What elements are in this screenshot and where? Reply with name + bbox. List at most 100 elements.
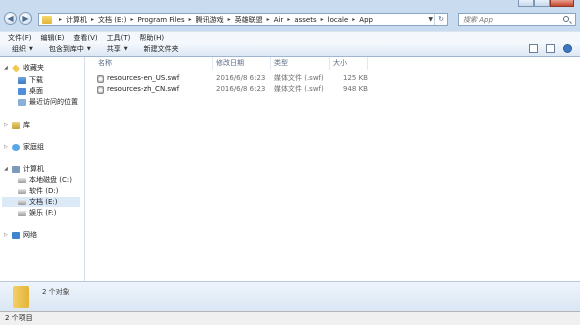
breadcrumb-program-files[interactable]: Program Files ▸ <box>138 16 196 24</box>
sidebar-label: 本地磁盘 (C:) <box>29 176 72 184</box>
table-row[interactable]: resources-en_US.swf 2016/6/8 6:23 媒体文件 (… <box>85 73 580 84</box>
preview-pane-icon[interactable] <box>546 44 555 53</box>
help-icon[interactable] <box>563 44 572 53</box>
sidebar-item-drive-e[interactable]: 文档 (E:) <box>2 197 80 207</box>
column-header-name[interactable]: 名称 <box>95 57 213 70</box>
downloads-folder-icon <box>18 76 26 84</box>
sidebar-item-computer[interactable]: 计算机 <box>12 164 44 174</box>
share-button[interactable]: 共享 ▼ <box>107 44 128 54</box>
sidebar-item-drive-f[interactable]: 娱乐 (F:) <box>18 208 57 218</box>
file-modified: 2016/6/8 6:23 <box>216 85 266 93</box>
maximize-button[interactable] <box>534 0 550 7</box>
breadcrumb-separator: ▸ <box>59 16 63 23</box>
homegroup-icon <box>12 143 20 151</box>
minimize-button[interactable] <box>518 0 534 7</box>
expand-icon[interactable]: ▷ <box>4 122 8 128</box>
sidebar-label: 网络 <box>23 231 37 239</box>
sidebar-item-favorites[interactable]: 收藏夹 <box>12 63 44 73</box>
desktop-icon <box>18 87 26 95</box>
address-bar[interactable]: ▸ 计算机 ▸ 文档 (E:) ▸ Program Files ▸ 腾讯游戏 ▸ 英雄联… <box>38 13 448 26</box>
column-header-size[interactable]: 大小 <box>330 57 368 70</box>
menu-file[interactable]: 文件(F) <box>8 33 32 43</box>
drive-icon <box>18 177 26 183</box>
column-header-type[interactable]: 类型 <box>271 57 330 70</box>
network-icon <box>12 231 20 239</box>
file-type: 媒体文件 (.swf) <box>274 74 324 82</box>
swf-file-icon <box>97 86 104 94</box>
sidebar-item-homegroup[interactable]: 家庭组 <box>12 142 44 152</box>
sidebar-label: 库 <box>23 121 30 129</box>
breadcrumb-lol[interactable]: 英雄联盟 ▸ <box>235 15 274 25</box>
breadcrumb-tencent-games[interactable]: 腾讯游戏 ▸ <box>196 15 235 25</box>
expand-icon[interactable]: ◢ <box>4 166 8 172</box>
folder-icon <box>13 286 29 308</box>
expand-icon[interactable]: ◢ <box>4 65 8 71</box>
file-size: 948 KB <box>343 85 368 93</box>
table-row[interactable]: resources-zh_CN.swf 2016/6/8 6:23 媒体文件 (… <box>85 84 580 95</box>
file-modified: 2016/6/8 6:23 <box>216 74 266 82</box>
sidebar-label: 收藏夹 <box>23 64 44 72</box>
library-icon <box>12 121 20 129</box>
folder-icon <box>42 15 52 24</box>
file-name: resources-zh_CN.swf <box>107 85 180 93</box>
sidebar-item-drive-d[interactable]: 软件 (D:) <box>18 186 58 196</box>
sidebar-item-libraries[interactable]: 库 <box>12 120 30 130</box>
chevron-down-icon[interactable]: ▼ <box>428 16 433 23</box>
star-icon <box>12 64 20 72</box>
breadcrumb-air[interactable]: Air ▸ <box>274 16 295 24</box>
refresh-icon[interactable]: ↻ <box>434 14 447 25</box>
sidebar-item-drive-c[interactable]: 本地磁盘 (C:) <box>18 175 72 185</box>
sidebar-label: 最近访问的位置 <box>29 98 78 106</box>
forward-arrow-icon[interactable]: ▶ <box>19 12 32 25</box>
view-options-icon[interactable] <box>529 44 538 53</box>
include-library-button[interactable]: 包含到库中 ▼ <box>49 44 91 54</box>
drive-icon <box>18 199 26 205</box>
chevron-down-icon: ▼ <box>123 46 128 52</box>
new-folder-button[interactable]: 新建文件夹 <box>144 44 179 54</box>
breadcrumb-drive-e[interactable]: 文档 (E:) ▸ <box>98 15 137 25</box>
menu-edit[interactable]: 编辑(E) <box>41 33 65 43</box>
drive-icon <box>18 210 26 216</box>
organize-button[interactable]: 组织 ▼ <box>12 44 33 54</box>
breadcrumb-assets[interactable]: assets ▸ <box>294 16 327 24</box>
sidebar-label: 文档 (E:) <box>29 198 58 206</box>
breadcrumb-computer[interactable]: 计算机 ▸ <box>66 15 98 25</box>
close-button[interactable] <box>550 0 574 7</box>
new-folder-label: 新建文件夹 <box>143 45 179 53</box>
sidebar-label: 桌面 <box>29 87 43 95</box>
sidebar-label: 娱乐 (F:) <box>29 209 57 217</box>
menu-view[interactable]: 查看(V) <box>73 33 97 43</box>
breadcrumb-app[interactable]: App <box>359 16 373 24</box>
title-bar <box>0 0 580 8</box>
expand-icon[interactable]: ▷ <box>4 232 8 238</box>
drive-icon <box>18 188 26 194</box>
chevron-down-icon: ▼ <box>29 46 33 52</box>
file-name: resources-en_US.swf <box>107 74 180 82</box>
swf-file-icon <box>97 75 104 83</box>
sidebar-item-recent[interactable]: 最近访问的位置 <box>18 97 78 107</box>
sidebar-item-network[interactable]: 网络 <box>12 230 37 240</box>
expand-icon[interactable]: ▷ <box>4 144 8 150</box>
search-input[interactable] <box>459 14 559 25</box>
breadcrumb-locale[interactable]: locale ▸ <box>328 16 360 24</box>
details-pane: 2 个对象 <box>0 281 580 312</box>
sidebar-item-downloads[interactable]: 下载 <box>18 75 43 85</box>
sidebar-item-desktop[interactable]: 桌面 <box>18 86 43 96</box>
column-header-modified[interactable]: 修改日期 <box>213 57 271 70</box>
search-icon[interactable] <box>563 16 569 22</box>
chevron-down-icon: ▼ <box>86 46 91 52</box>
command-bar: 组织 ▼ 包含到库中 ▼ 共享 ▼ 新建文件夹 <box>0 42 580 57</box>
organize-label: 组织 <box>12 45 26 53</box>
share-label: 共享 <box>106 45 121 53</box>
explorer-window: ◀ ▶ ▸ 计算机 ▸ 文档 (E:) ▸ Program Files ▸ 腾讯游戏 ▸… <box>0 0 580 325</box>
view-controls <box>529 44 572 53</box>
sidebar-label: 下载 <box>29 76 43 84</box>
menu-tools[interactable]: 工具(T) <box>107 33 131 43</box>
menu-help[interactable]: 帮助(H) <box>139 33 164 43</box>
include-library-label: 包含到库中 <box>48 45 84 53</box>
address-row: ◀ ▶ ▸ 计算机 ▸ 文档 (E:) ▸ Program Files ▸ 腾讯游戏 ▸… <box>0 8 580 30</box>
search-box <box>458 13 576 26</box>
status-item-count: 2 个项目 <box>5 314 33 322</box>
back-arrow-icon[interactable]: ◀ <box>4 12 17 25</box>
sidebar-label: 计算机 <box>23 165 44 173</box>
